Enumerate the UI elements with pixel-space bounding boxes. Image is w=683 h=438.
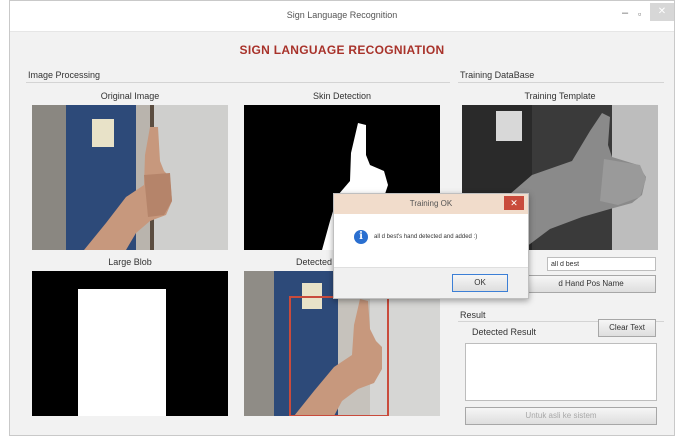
minimize-icon[interactable]: – [622,7,628,19]
original-image-label: Original Image [100,91,160,101]
detected-result-label: Detected Result [472,327,537,337]
skin-detection-label: Skin Detection [312,91,372,101]
dialog-ok-button[interactable]: OK [452,274,508,292]
image-processing-label: Image Processing [28,70,101,80]
hand-name-input[interactable] [547,257,656,271]
dialog-footer: OK [334,267,528,298]
dialog-message: all d best's hand detected and added :) [374,234,478,240]
large-blob-view [32,271,228,416]
original-image-view [32,105,228,250]
clear-text-button[interactable]: Clear Text [598,319,656,337]
title-bar: Sign Language Recognition – ▫ ✕ [10,1,674,32]
training-database-label: Training DataBase [460,70,535,80]
large-blob-label: Large Blob [108,257,152,267]
original-image [32,105,228,250]
info-icon: i [354,230,368,244]
window-title: Sign Language Recognition [286,10,398,20]
result-label: Result [460,310,486,320]
dialog-close-icon[interactable]: ✕ [504,196,524,210]
detected-result-box[interactable] [465,343,657,401]
maximize-icon[interactable]: ▫ [638,9,641,19]
close-icon[interactable]: ✕ [650,3,674,21]
dialog-title: Training OK [409,199,453,208]
image-processing-frame [26,82,450,83]
training-ok-dialog: Training OK ✕ i all d best's hand detect… [333,193,529,299]
dialog-title-bar: Training OK ✕ [334,194,528,214]
bottom-action-button[interactable]: Untuk asli ke sistem [465,407,657,425]
app-title: SIGN LANGUAGE RECOGNIATION [239,43,445,57]
add-hand-pos-button[interactable]: d Hand Pos Name [526,275,656,293]
training-template-label: Training Template [524,91,596,101]
training-database-frame [458,82,664,83]
large-blob-image [32,271,228,416]
